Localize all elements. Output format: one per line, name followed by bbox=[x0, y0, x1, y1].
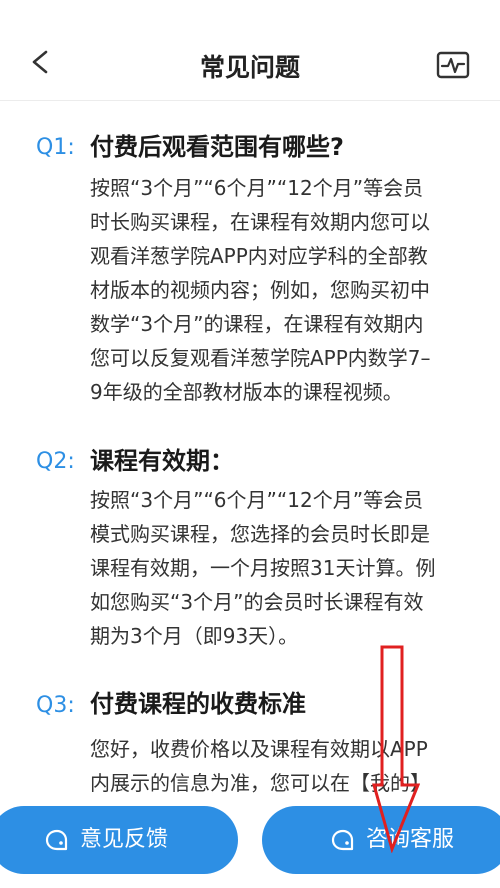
question-title: 付费课程的收费标准 bbox=[90, 690, 306, 718]
red-arrow-annotation-icon bbox=[372, 645, 420, 853]
answer-line: 模式购买课程，您选择的会员时长即是 bbox=[90, 522, 430, 546]
question-number: Q2: bbox=[36, 449, 75, 474]
answer-line: 材版本的视频内容；例如，您购买初中 bbox=[90, 278, 430, 302]
answer-line: 按照“3个月”“6个月”“12个月”等会员 bbox=[90, 488, 424, 512]
answer-line: 您可以反复观看洋葱学院APP内数学7– bbox=[90, 346, 431, 370]
faq-content[interactable]: Q1: 付费后观看范围有哪些? 按照“3个月”“6个月”“12个月”等会员 时长… bbox=[0, 100, 500, 888]
top-nav-bar: 常见问题 bbox=[0, 0, 500, 101]
answer-text: 按照“3个月”“6个月”“12个月”等会员 时长购买课程，在课程有效期内您可以 … bbox=[90, 171, 475, 409]
question-number: Q3: bbox=[36, 693, 75, 718]
chat-bubble-icon bbox=[331, 829, 354, 851]
activity-monitor-button[interactable] bbox=[436, 50, 470, 80]
answer-line: 按照“3个月”“6个月”“12个月”等会员 bbox=[90, 176, 424, 200]
answer-line: 如您购买“3个月”的会员时长课程有效 bbox=[90, 590, 424, 614]
chat-bubble-icon bbox=[45, 829, 68, 851]
feedback-button[interactable]: 意见反馈 bbox=[0, 806, 238, 874]
page-title: 常见问题 bbox=[199, 53, 300, 82]
activity-monitor-icon bbox=[436, 51, 470, 79]
question-title: 付费后观看范围有哪些? bbox=[90, 133, 344, 161]
answer-line: 数学“3个月”的课程，在课程有效期内 bbox=[90, 312, 424, 336]
question-number: Q1: bbox=[36, 135, 75, 160]
question-title: 课程有效期： bbox=[90, 447, 234, 475]
answer-line: 观看洋葱学院APP内对应学科的全部教 bbox=[90, 244, 428, 268]
answer-text: 按照“3个月”“6个月”“12个月”等会员 模式购买课程，您选择的会员时长即是 … bbox=[90, 483, 475, 653]
answer-line: 时长购买课程，在课程有效期内您可以 bbox=[90, 210, 430, 234]
answer-line: 课程有效期，一个月按照31天计算。例 bbox=[90, 556, 436, 580]
answer-line: 9年级的全部教材版本的课程视频。 bbox=[90, 380, 403, 404]
feedback-label: 意见反馈 bbox=[80, 827, 169, 852]
